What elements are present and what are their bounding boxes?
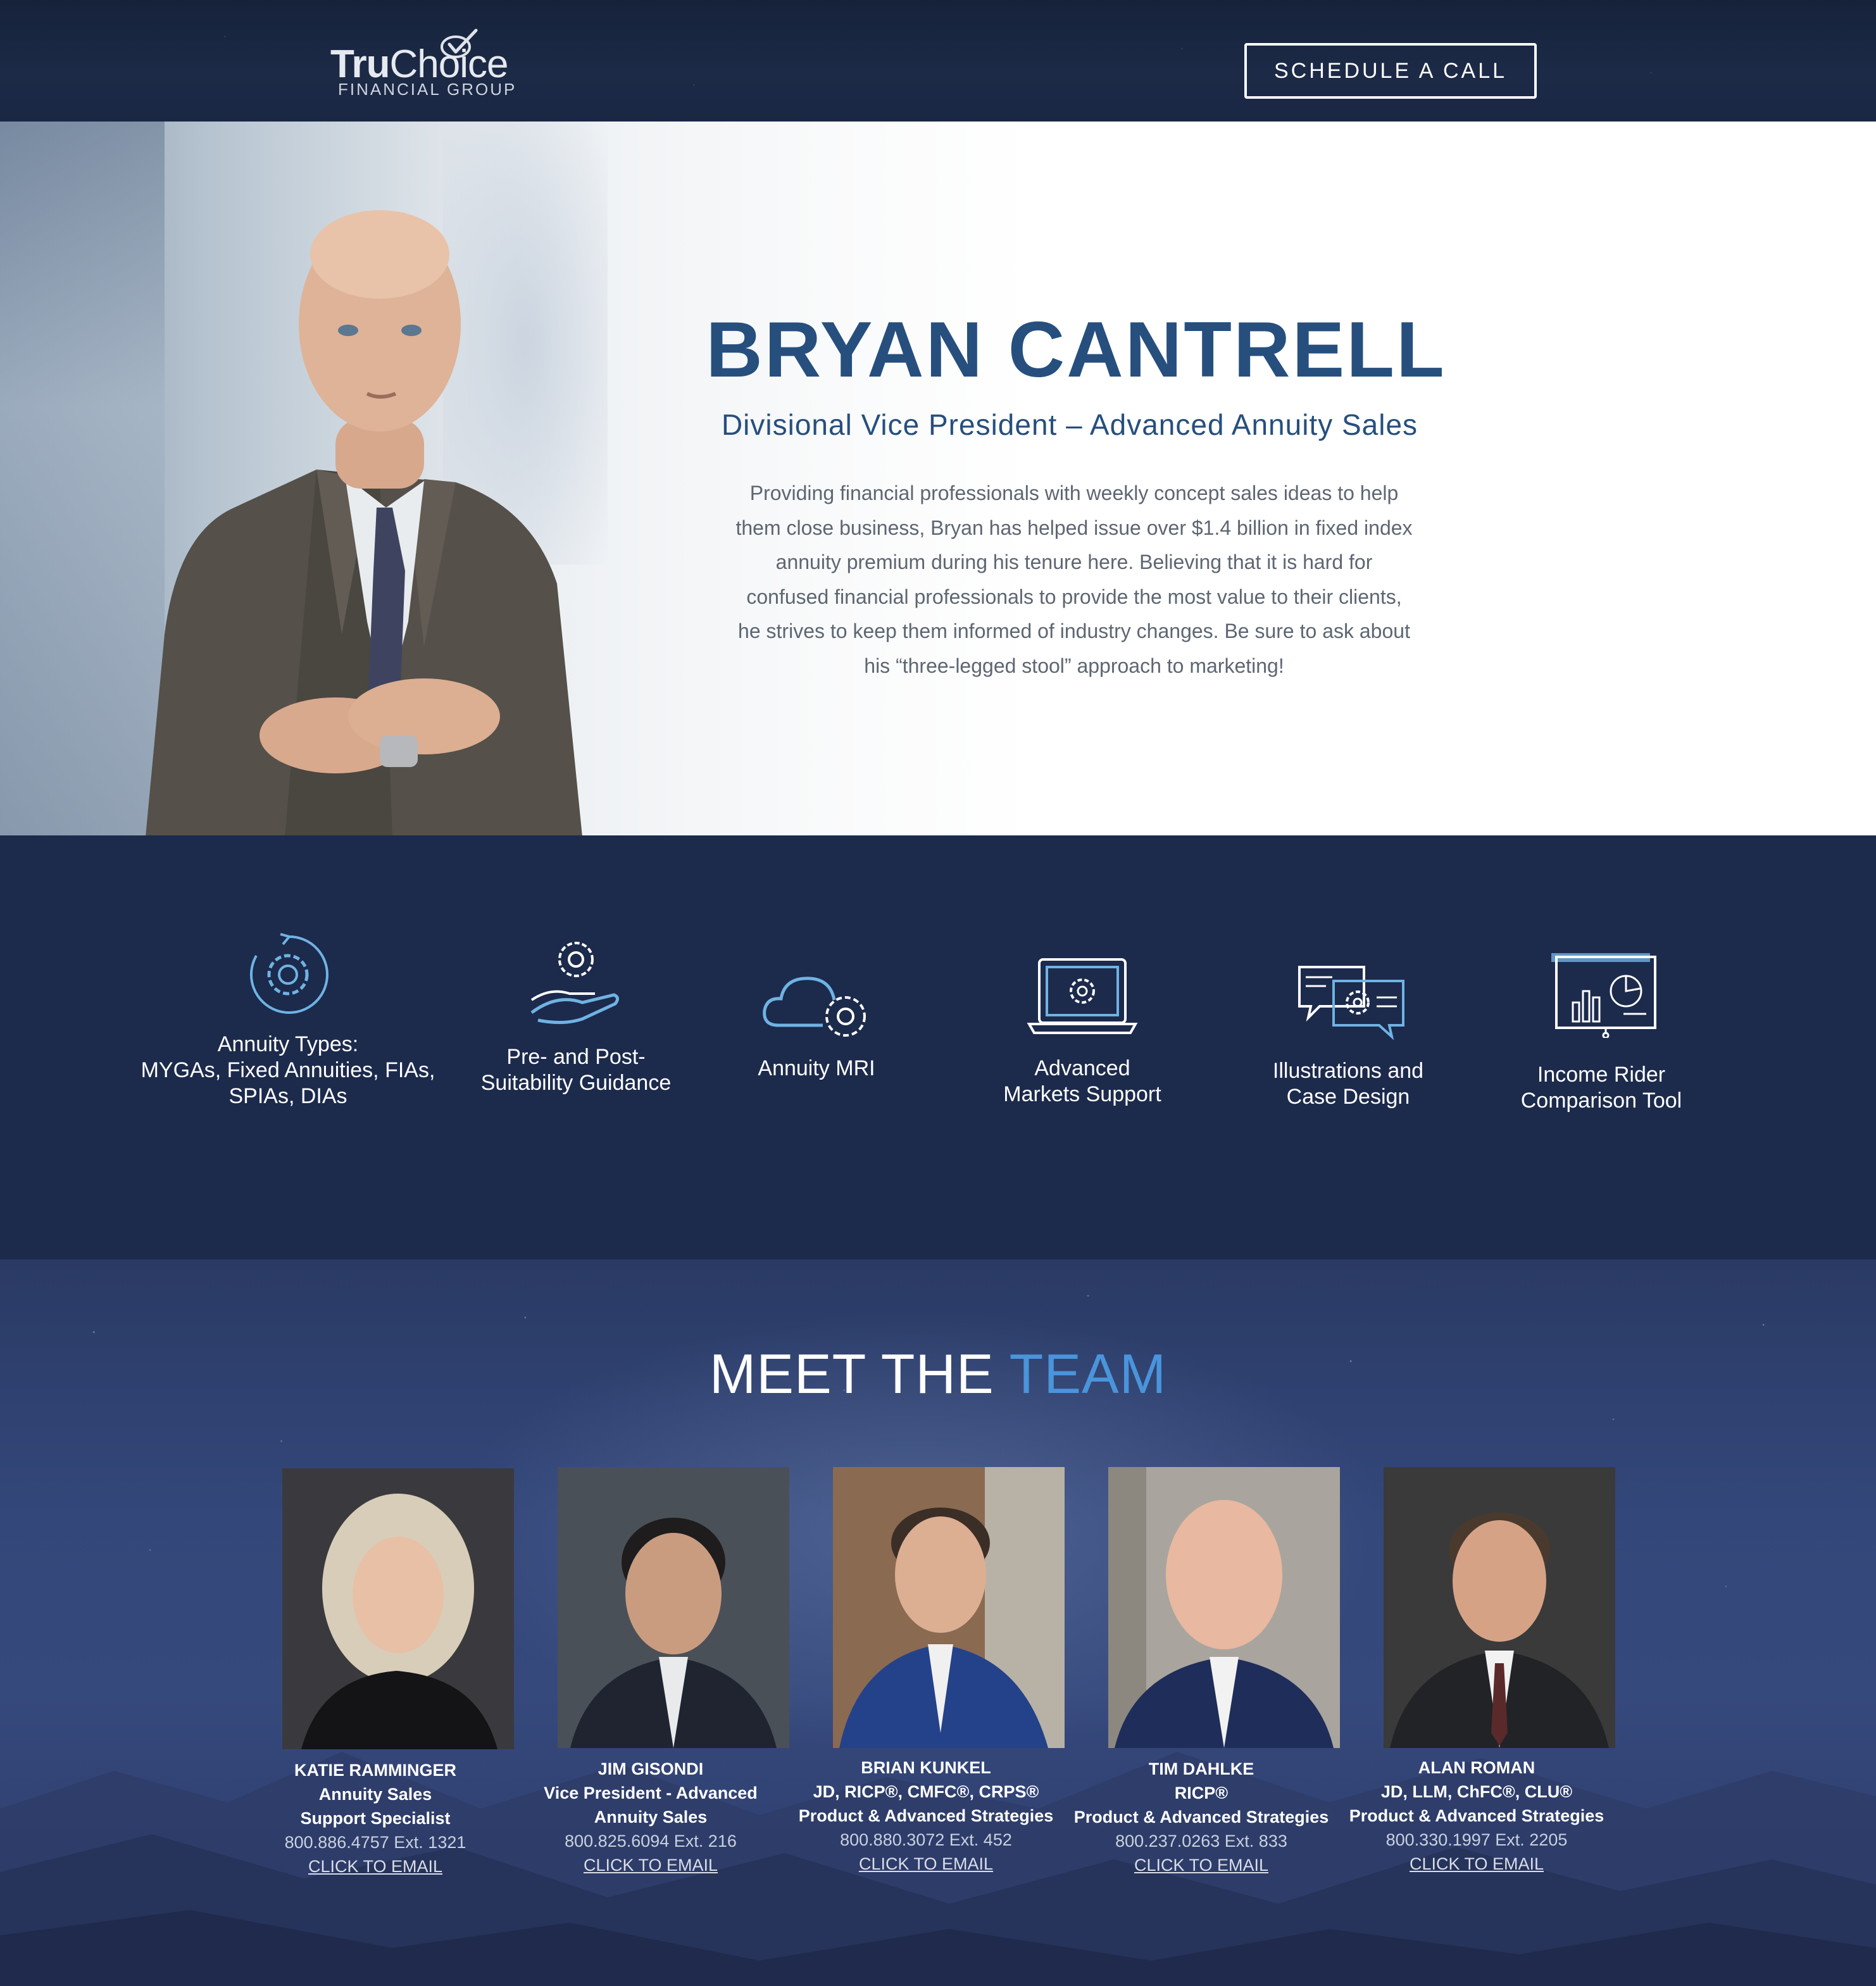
jim-gisondi-photo: [558, 1467, 789, 1748]
member-role: JD, LLM, ChFC®, CLU®: [1380, 1782, 1573, 1801]
member-name: ALAN ROMAN: [1418, 1758, 1535, 1777]
member-name: BRIAN KUNKEL: [861, 1758, 991, 1777]
member-phone: 800.330.1997 Ext. 2205: [1385, 1830, 1568, 1849]
member-name: TIM DAHLKE: [1148, 1759, 1254, 1778]
hero-name: BRYAN CANTRELL: [706, 306, 1446, 394]
member-role: JD, RICP®, CMFC®, CRPS®: [813, 1782, 1039, 1801]
member-phone: 800.825.6094 Ext. 216: [565, 1832, 737, 1851]
service-income-rider-label: Income Rider Comparison Tool: [1520, 1063, 1682, 1113]
member-phone: 800.880.3072 Ext. 452: [840, 1830, 1012, 1849]
email-link[interactable]: CLICK TO EMAIL: [787, 1852, 1065, 1876]
member-info: BRIAN KUNKEL JD, RICP®, CMFC®, CRPS® Pro…: [787, 1756, 1065, 1876]
email-link[interactable]: CLICK TO EMAIL: [511, 1853, 790, 1877]
gear-cycle-icon: [249, 933, 328, 1014]
truchoice-logo[interactable]: TruChoice FINANCIAL GROUP: [330, 28, 517, 99]
alan-roman-photo: [1384, 1467, 1615, 1748]
email-link[interactable]: CLICK TO EMAIL: [1337, 1852, 1616, 1876]
email-link[interactable]: CLICK TO EMAIL: [236, 1854, 515, 1878]
member-role: Support Specialist: [300, 1809, 451, 1828]
member-role: RICP®: [1174, 1783, 1229, 1802]
presentation-chart-icon: [1551, 953, 1656, 1038]
service-annuity-types-label: Annuity Types: MYGAs, Fixed Annuities, FI…: [141, 1032, 435, 1108]
services-section: Annuity Types: MYGAs, Fixed Annuities, FI…: [0, 835, 1876, 1259]
member-role: Annuity Sales: [318, 1785, 432, 1804]
bryan-cantrell-portrait: [146, 210, 582, 835]
tim-dahlke-photo: [1108, 1467, 1340, 1748]
member-phone: 800.886.4757 Ext. 1321: [284, 1833, 466, 1852]
member-name: KATIE RAMMINGER: [294, 1761, 456, 1780]
site-header: TruChoice FINANCIAL GROUP SCHEDULE A CAL…: [0, 0, 1876, 122]
hand-gear-icon: [530, 942, 619, 1025]
chat-gear-icon: [1298, 966, 1404, 1040]
schedule-call-button[interactable]: SCHEDULE A CALL: [1244, 43, 1537, 99]
service-illustrations-label: Illustrations and Case Design: [1272, 1059, 1424, 1109]
service-advanced-markets[interactable]: Advanced Markets Support: [956, 956, 1209, 1114]
hero-job-title: Divisional Vice President – Advanced Ann…: [721, 408, 1418, 441]
member-phone: 800.237.0263 Ext. 833: [1115, 1832, 1287, 1851]
member-role: Product & Advanced Strategies: [1349, 1806, 1604, 1825]
service-suitability-label: Pre- and Post- Suitability Guidance: [480, 1045, 672, 1095]
hero-section: BRYAN CANTRELL Divisional Vice President…: [0, 122, 1876, 835]
team-heading: MEET THE TEAM: [709, 1342, 1167, 1405]
service-income-rider-tool[interactable]: Income Rider Comparison Tool: [1475, 949, 1728, 1114]
service-suitability-guidance[interactable]: Pre- and Post- Suitability Guidance: [449, 937, 703, 1095]
email-link[interactable]: CLICK TO EMAIL: [1062, 1853, 1341, 1877]
member-role: Annuity Sales: [594, 1808, 708, 1827]
service-annuity-mri[interactable]: Annuity MRI: [722, 962, 911, 1101]
member-role: Vice President - Advanced: [544, 1783, 758, 1802]
hero-bio: Providing financial professionals with w…: [735, 482, 1413, 677]
service-annuity-types[interactable]: Annuity Types: MYGAs, Fixed Annuities, FI…: [133, 930, 443, 1108]
member-role: Product & Advanced Strategies: [798, 1806, 1054, 1825]
service-advanced-markets-label: Advanced Markets Support: [1003, 1056, 1161, 1106]
member-name: JIM GISONDI: [597, 1759, 704, 1778]
member-info: ALAN ROMAN JD, LLM, ChFC®, CLU® Product …: [1337, 1756, 1616, 1876]
member-info: TIM DAHLKE RICP® Product & Advanced Stra…: [1062, 1757, 1341, 1877]
member-info: JIM GISONDI Vice President - Advanced An…: [511, 1757, 790, 1877]
service-illustrations-case-design[interactable]: Illustrations and Case Design: [1222, 962, 1475, 1114]
service-annuity-mri-label: Annuity MRI: [758, 1056, 875, 1080]
cloud-gear-icon: [763, 977, 866, 1037]
logo-subtitle: FINANCIAL GROUP: [338, 80, 517, 99]
katie-ramminger-photo: [282, 1468, 514, 1749]
member-info: KATIE RAMMINGER Annuity Sales Support Sp…: [236, 1758, 515, 1878]
brian-kunkel-photo: [833, 1467, 1065, 1748]
member-role: Product & Advanced Strategies: [1073, 1808, 1329, 1827]
laptop-gear-icon: [1027, 958, 1138, 1034]
team-section: MEET THE TEAM KATIE RAMMINGER Annuity Sa…: [0, 1259, 1876, 1986]
